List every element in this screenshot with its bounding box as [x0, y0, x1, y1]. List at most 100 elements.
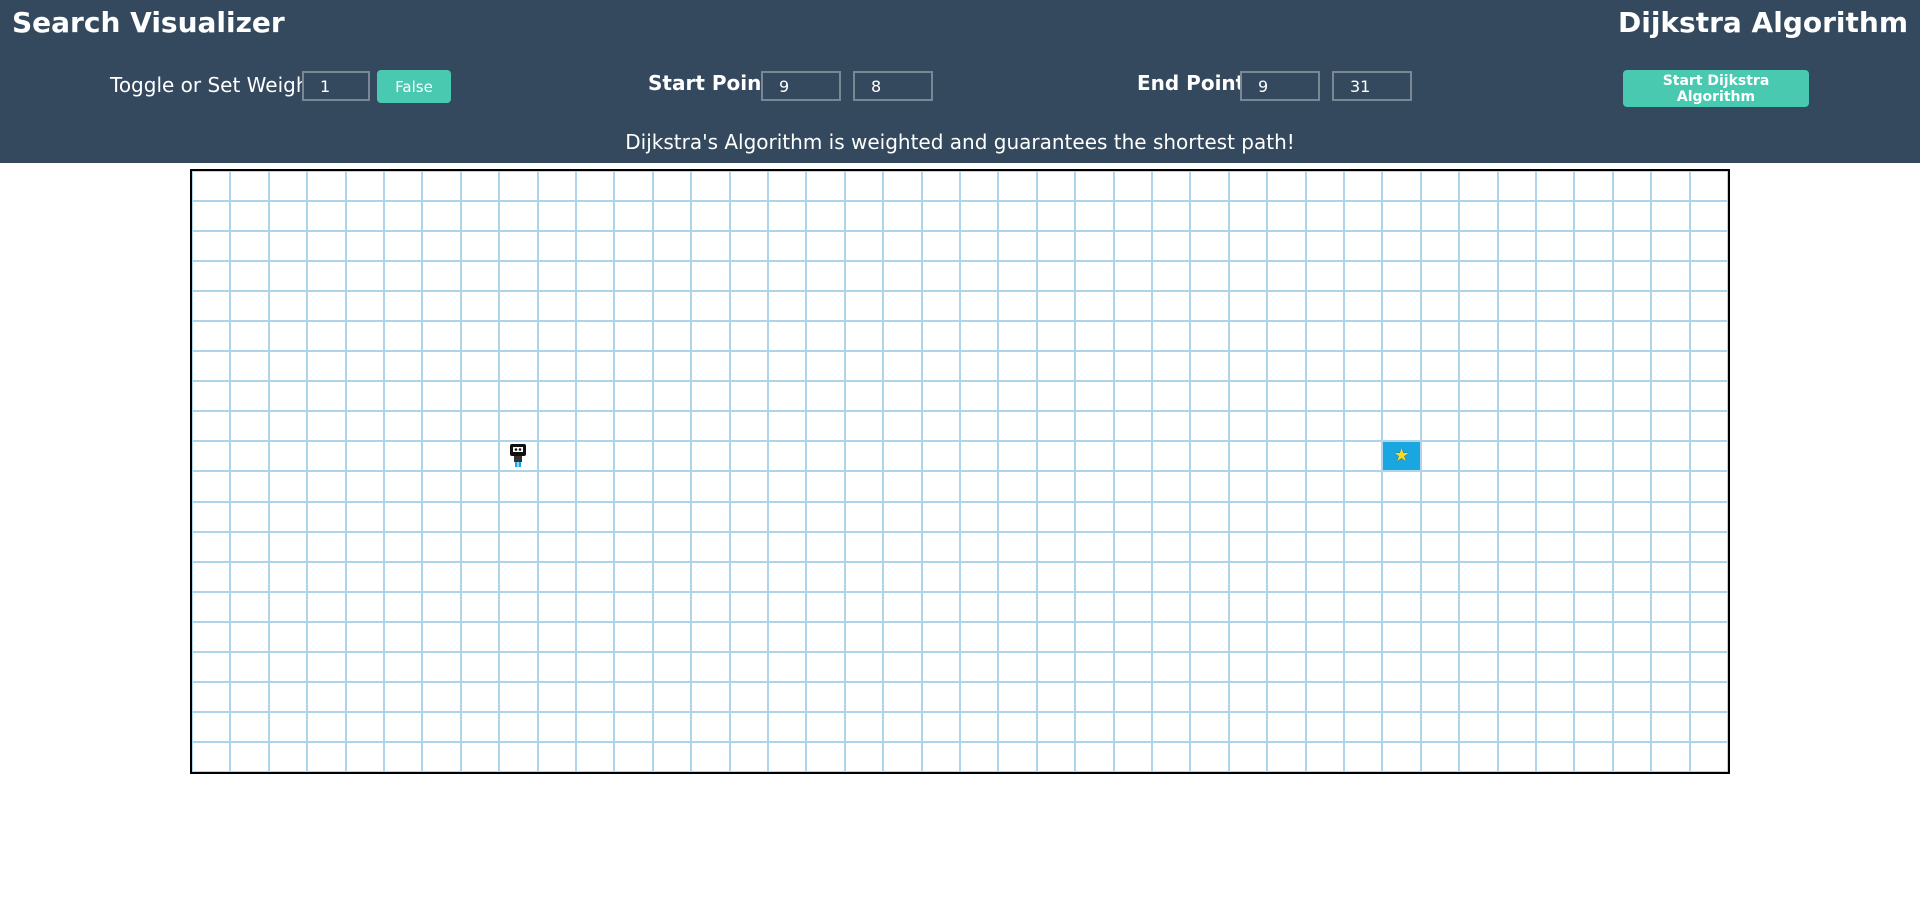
grid-cell[interactable] [268, 501, 308, 532]
grid-cell[interactable] [230, 501, 269, 532]
grid-cell[interactable] [1574, 501, 1613, 532]
grid-cell[interactable] [460, 711, 500, 742]
grid-cell[interactable] [729, 741, 768, 772]
grid-cell[interactable] [1075, 591, 1114, 622]
grid-cell[interactable] [998, 561, 1037, 592]
grid-cell[interactable] [1152, 471, 1191, 502]
grid-cell[interactable] [1382, 471, 1421, 502]
grid-cell[interactable] [1382, 651, 1421, 682]
grid-cell[interactable] [1612, 621, 1652, 652]
grid-cell[interactable] [1612, 261, 1652, 292]
grid-cell[interactable] [1036, 711, 1076, 742]
grid-cell[interactable] [537, 381, 576, 412]
grid-cell[interactable] [729, 321, 768, 352]
grid-cell[interactable] [768, 531, 807, 562]
grid-cell[interactable] [460, 591, 500, 622]
grid-cell[interactable] [614, 651, 653, 682]
grid-cell[interactable] [1036, 681, 1076, 712]
grid-cell[interactable] [1420, 471, 1460, 502]
grid-cell[interactable] [960, 561, 999, 592]
grid-cell[interactable] [844, 321, 884, 352]
grid-cell[interactable] [345, 351, 384, 382]
grid-cell[interactable] [614, 621, 653, 652]
grid-cell[interactable] [1036, 741, 1076, 772]
grid-cell[interactable] [960, 261, 999, 292]
grid-cell[interactable] [576, 651, 615, 682]
grid-cell[interactable] [1152, 501, 1191, 532]
grid-cell[interactable] [460, 501, 500, 532]
grid-cell[interactable] [729, 171, 768, 202]
grid-cell[interactable] [1689, 351, 1728, 382]
grid-cell[interactable] [806, 651, 845, 682]
grid-cell[interactable] [307, 201, 346, 232]
grid-cell[interactable] [1344, 291, 1383, 322]
grid-cell[interactable] [345, 681, 384, 712]
grid-cell[interactable] [768, 441, 807, 472]
grid-cell[interactable] [1190, 351, 1229, 382]
grid-cell[interactable] [576, 381, 615, 412]
grid-cell[interactable] [1228, 561, 1268, 592]
grid-cell[interactable] [806, 741, 845, 772]
grid-cell[interactable] [576, 591, 615, 622]
grid-cell[interactable] [1305, 231, 1344, 262]
grid-cell[interactable] [1228, 741, 1268, 772]
grid-cell[interactable] [1152, 351, 1191, 382]
grid-cell[interactable] [1574, 591, 1613, 622]
grid-cell[interactable] [1267, 531, 1306, 562]
grid-cell[interactable] [1075, 411, 1114, 442]
grid-cell[interactable] [1382, 261, 1421, 292]
grid-cell[interactable] [499, 381, 538, 412]
grid-cell[interactable] [921, 741, 960, 772]
grid-cell[interactable] [1228, 231, 1268, 262]
grid-cell[interactable] [460, 201, 500, 232]
grid-cell[interactable] [844, 351, 884, 382]
grid-cell[interactable] [844, 591, 884, 622]
grid-cell[interactable] [921, 711, 960, 742]
grid-cell[interactable] [1075, 681, 1114, 712]
grid-cell[interactable] [1459, 201, 1498, 232]
grid-cell[interactable] [768, 171, 807, 202]
grid-cell[interactable] [1267, 681, 1306, 712]
grid-cell[interactable] [1305, 201, 1344, 232]
grid-cell[interactable] [1497, 441, 1536, 472]
grid-cell[interactable] [1651, 201, 1690, 232]
grid-cell[interactable] [1420, 291, 1460, 322]
start-row-input[interactable] [761, 71, 841, 101]
grid-cell[interactable] [1344, 381, 1383, 412]
grid-cell[interactable] [1651, 501, 1690, 532]
grid-cell[interactable] [1152, 381, 1191, 412]
grid-cell[interactable] [960, 201, 999, 232]
grid-cell[interactable] [1382, 531, 1421, 562]
grid-cell[interactable] [883, 231, 922, 262]
grid-cell[interactable] [460, 441, 500, 472]
grid-cell[interactable] [1497, 351, 1536, 382]
grid-cell[interactable] [1612, 411, 1652, 442]
grid-cell[interactable] [844, 411, 884, 442]
grid-cell[interactable] [960, 681, 999, 712]
grid-cell[interactable] [883, 531, 922, 562]
start-algorithm-button[interactable]: Start Dijkstra Algorithm [1623, 70, 1809, 107]
grid-cell[interactable] [729, 231, 768, 262]
grid-cell[interactable] [691, 591, 730, 622]
grid-cell[interactable] [960, 651, 999, 682]
grid-cell[interactable] [537, 441, 576, 472]
grid-cell[interactable] [1459, 381, 1498, 412]
grid-cell[interactable] [1382, 621, 1421, 652]
grid-cell[interactable] [1420, 531, 1460, 562]
grid-cell[interactable] [1420, 171, 1460, 202]
grid-cell[interactable] [422, 201, 461, 232]
grid-cell[interactable] [691, 561, 730, 592]
grid-cell[interactable] [576, 711, 615, 742]
weight-toggle-button[interactable]: False [377, 70, 451, 103]
grid-cell[interactable] [806, 321, 845, 352]
grid-cell[interactable] [1036, 261, 1076, 292]
grid-cell[interactable] [1612, 201, 1652, 232]
grid-cell[interactable] [1651, 651, 1690, 682]
grid-cell[interactable] [652, 531, 692, 562]
grid-cell[interactable] [422, 411, 461, 442]
grid-cell[interactable] [460, 471, 500, 502]
grid-cell[interactable] [844, 711, 884, 742]
grid-cell[interactable] [614, 231, 653, 262]
grid-cell[interactable] [345, 291, 384, 322]
grid-cell[interactable] [998, 291, 1037, 322]
